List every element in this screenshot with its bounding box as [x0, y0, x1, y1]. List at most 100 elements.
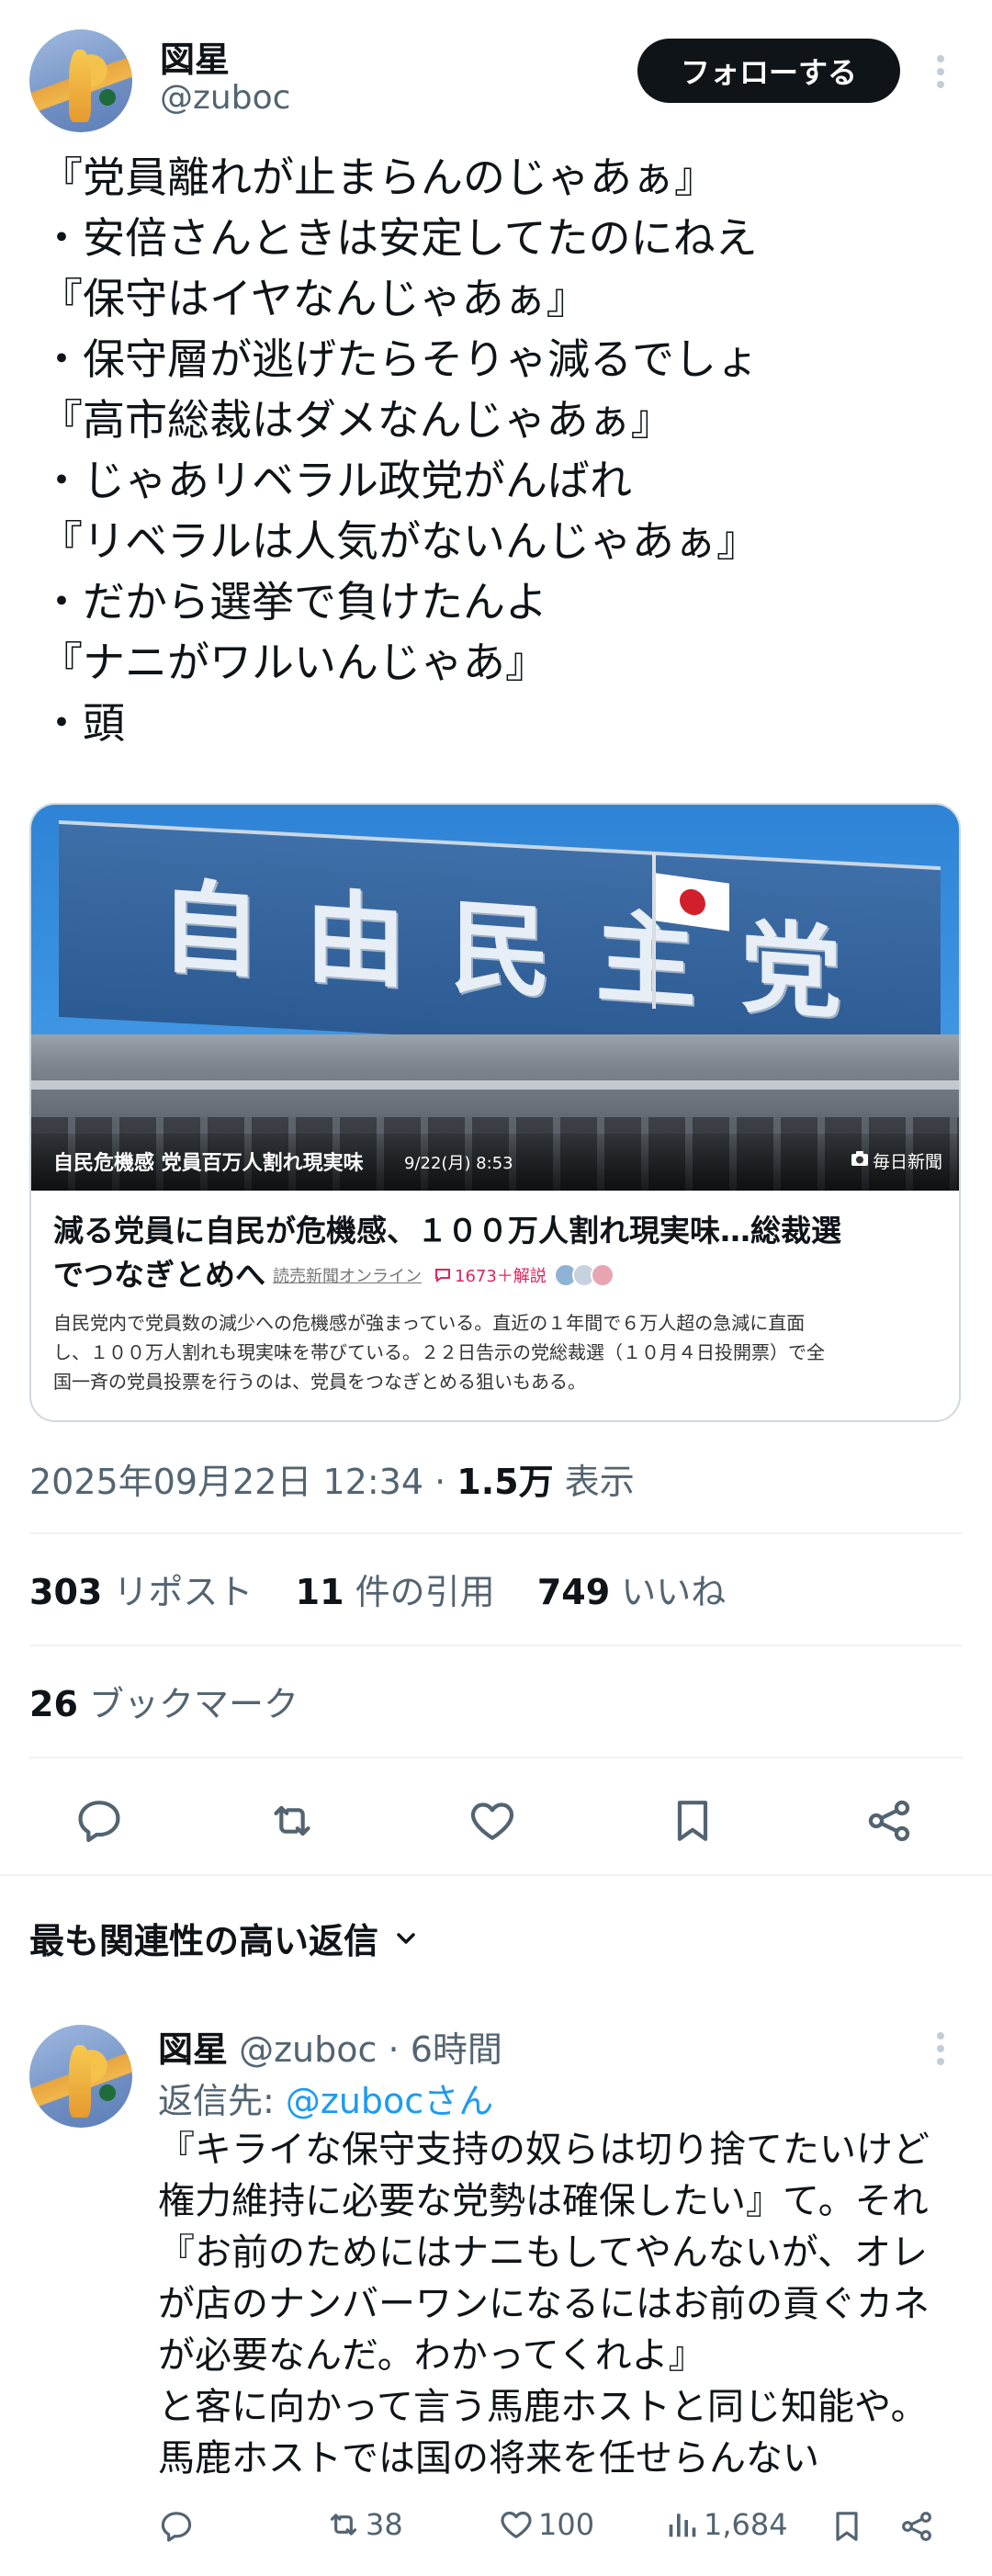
retweet-icon — [274, 1805, 310, 1836]
link-card[interactable]: 自由民主党 自民危機感 党員百万人割れ現実味 9/22(月) 8:53 毎日新聞… — [29, 803, 961, 1422]
author-avatar[interactable] — [29, 29, 132, 132]
quotes-stat[interactable]: 11 件の引用 — [296, 1572, 506, 1612]
divider — [29, 1644, 963, 1646]
reply-views-button[interactable]: 1,684 — [663, 2506, 788, 2543]
reply-author-name[interactable]: 図星 — [158, 2029, 228, 2070]
replying-to-handle[interactable]: @zubocさん — [286, 2081, 493, 2121]
card-summary: 自民党内で党員数の減少への危機感が強まっている。直近の１年間で６万人超の急減に直… — [53, 1308, 944, 1396]
quotes-label: 件の引用 — [355, 1572, 495, 1612]
reply-time[interactable]: 6時間 — [411, 2029, 502, 2070]
likes-count: 749 — [536, 1572, 611, 1612]
camera-icon — [851, 1150, 869, 1167]
headline-line: 減る党員に自民が危機感、１００万人割れ現実味…総裁選 — [53, 1213, 841, 1248]
reposts-count: 303 — [29, 1572, 103, 1612]
divider — [29, 1532, 963, 1534]
overlay-source: 毎日新聞 — [873, 1152, 943, 1172]
share-icon — [868, 1800, 910, 1842]
reply-author-handle[interactable]: @zuboc — [239, 2029, 377, 2070]
divider — [29, 1757, 963, 1758]
comment-badge-icon — [434, 1268, 451, 1282]
views-label: 表示 — [564, 1462, 635, 1502]
share-button[interactable] — [863, 1795, 915, 1847]
reply-text: 『キライな保守支持の奴らは切り捨てたいけど 権力維持に必要な党勢は確保したい』て… — [158, 2124, 966, 2484]
tweet-line: ・頭 — [40, 698, 125, 748]
overlay-tag: 自民危機感 党員百万人割れ現実味 — [53, 1152, 364, 1175]
tweet-text: 『党員離れが止まらんのじゃあぁ』 ・安倍さんときは安定してたのにねえ 『保守はイ… — [40, 147, 959, 753]
reply-line: 『キライな保守支持の奴らは切り捨てたいけど — [158, 2129, 930, 2171]
expert-avatars — [553, 1263, 614, 1287]
reply-line: 『お前のためにはナニもしてやんないが、オレ — [158, 2231, 928, 2274]
sort-label: 最も関連性の高い返信 — [29, 1921, 379, 1961]
reply-header: 図星 @zuboc · 6時間 — [158, 2021, 502, 2072]
publisher-link[interactable]: 読売新聞オンライン — [273, 1263, 422, 1287]
reply-sort-dropdown[interactable]: 最も関連性の高い返信 — [29, 1913, 421, 1963]
reply-avatar[interactable] — [29, 2025, 132, 2128]
bookmark-icon — [836, 2512, 858, 2541]
likes-stat[interactable]: 749 いいね — [537, 1572, 726, 1612]
reply-line: が必要なんだ。わかってくれよ』 — [158, 2334, 705, 2377]
headline-line: でつなぎとめへ — [53, 1257, 265, 1293]
reposts-stat[interactable]: 303 リポスト — [29, 1572, 265, 1612]
card-headline[interactable]: 減る党員に自民が危機感、１００万人割れ現実味…総裁選 でつなぎとめへ 読売新聞オ… — [53, 1209, 944, 1297]
heart-icon — [501, 2511, 532, 2538]
reply-like-count: 100 — [538, 2507, 595, 2542]
views-count: 1.5万 — [457, 1462, 554, 1502]
tweet-line: 『党員離れが止まらんのじゃあぁ』 — [40, 153, 716, 202]
reply-action-bar: 38 100 1,684 — [158, 2501, 966, 2552]
meta-separator: · — [434, 1462, 446, 1502]
retweet-button[interactable] — [266, 1795, 318, 1847]
section-separator — [0, 1874, 992, 1876]
more-options-icon[interactable] — [928, 50, 953, 94]
bookmark-icon — [677, 1801, 708, 1841]
tweet-line: ・保守層が逃げたらそりゃ減るでしょ — [40, 334, 759, 384]
reply-line: が店のナンバーワンになるにはお前の貢ぐカネ — [158, 2283, 930, 2325]
bookmarks-count: 26 — [29, 1684, 78, 1724]
tweet-line: 『高市総裁はダメなんじゃあぁ』 — [40, 395, 673, 445]
engagement-stats: 303 リポスト 11 件の引用 749 いいね — [29, 1564, 726, 1614]
reply-line: と客に向かって言う馬鹿ホストと同じ知能や。 — [158, 2386, 928, 2428]
follow-button[interactable]: フォローする — [637, 39, 900, 103]
summary-line: 自民党内で党員数の減少への危機感が強まっている。直近の１年間で６万人超の急減に直… — [53, 1312, 806, 1334]
reply-bookmark-button[interactable] — [829, 2508, 865, 2545]
bar-chart-icon — [669, 2514, 696, 2537]
reply-line: 権力維持に必要な党勢は確保したい』て。それ — [158, 2180, 929, 2222]
reply-separator: · — [388, 2029, 400, 2070]
tweet-line: ・じゃあリベラル政党がんばれ — [40, 456, 632, 505]
comment-count[interactable]: 1673＋解説 — [455, 1263, 547, 1287]
reply-share-button[interactable] — [898, 2508, 935, 2545]
summary-line: し、１００万人割れも現実味を帯びている。２２日告示の党総裁選（１０月４日投開票）… — [53, 1341, 825, 1363]
reply-like-button[interactable]: 100 — [498, 2506, 594, 2543]
replying-to-label: 返信先: — [158, 2081, 275, 2121]
tweet-line: 『ナニがワルいんじゃあ』 — [40, 638, 547, 687]
reply-button[interactable] — [73, 1795, 125, 1847]
reply-reply-button[interactable] — [158, 2508, 195, 2545]
reply-retweet-button[interactable]: 38 — [325, 2506, 403, 2543]
reposts-label: リポスト — [113, 1572, 254, 1612]
retweet-icon — [330, 2514, 357, 2536]
replying-to: 返信先: @zubocさん — [158, 2073, 493, 2123]
reply-more-icon[interactable] — [928, 2028, 953, 2069]
author-name[interactable]: 図星 — [160, 31, 230, 82]
share-icon — [902, 2512, 931, 2541]
tweet-datetime[interactable]: 2025年09月22日 12:34 — [29, 1462, 423, 1502]
comment-icon — [161, 2512, 192, 2542]
author-handle[interactable]: @zuboc — [160, 79, 290, 117]
heart-icon — [470, 1802, 514, 1840]
japan-flag — [656, 873, 729, 932]
overlay-date: 9/22(月) 8:53 — [404, 1154, 513, 1173]
comment-icon — [78, 1801, 120, 1843]
quotes-count: 11 — [295, 1572, 344, 1612]
tweet-line: 『リベラルは人気がないんじゃあぁ』 — [40, 516, 759, 566]
tweet-line: 『保守はイヤなんじゃあぁ』 — [40, 274, 589, 323]
tweet-meta: 2025年09月22日 12:34 · 1.5万 表示 — [29, 1453, 635, 1504]
reply-line: 馬鹿ホストでは国の将来を任せらんない — [158, 2437, 819, 2480]
card-image: 自由民主党 自民危機感 党員百万人割れ現実味 9/22(月) 8:53 毎日新聞 — [31, 805, 959, 1191]
tweet-line: ・安倍さんときは安定してたのにねえ — [40, 213, 758, 263]
bookmarks-stat[interactable]: 26 ブックマーク — [29, 1676, 299, 1726]
tweet-line: ・だから選挙で負けたんよ — [40, 577, 547, 627]
summary-line: 国一斉の党員投票を行うのは、党員をつなぎとめる狙いもある。 — [53, 1371, 586, 1393]
bookmark-button[interactable] — [667, 1795, 718, 1847]
reply-views-count: 1,684 — [704, 2507, 788, 2542]
reply-retweet-count: 38 — [366, 2507, 403, 2542]
like-button[interactable] — [467, 1795, 518, 1847]
